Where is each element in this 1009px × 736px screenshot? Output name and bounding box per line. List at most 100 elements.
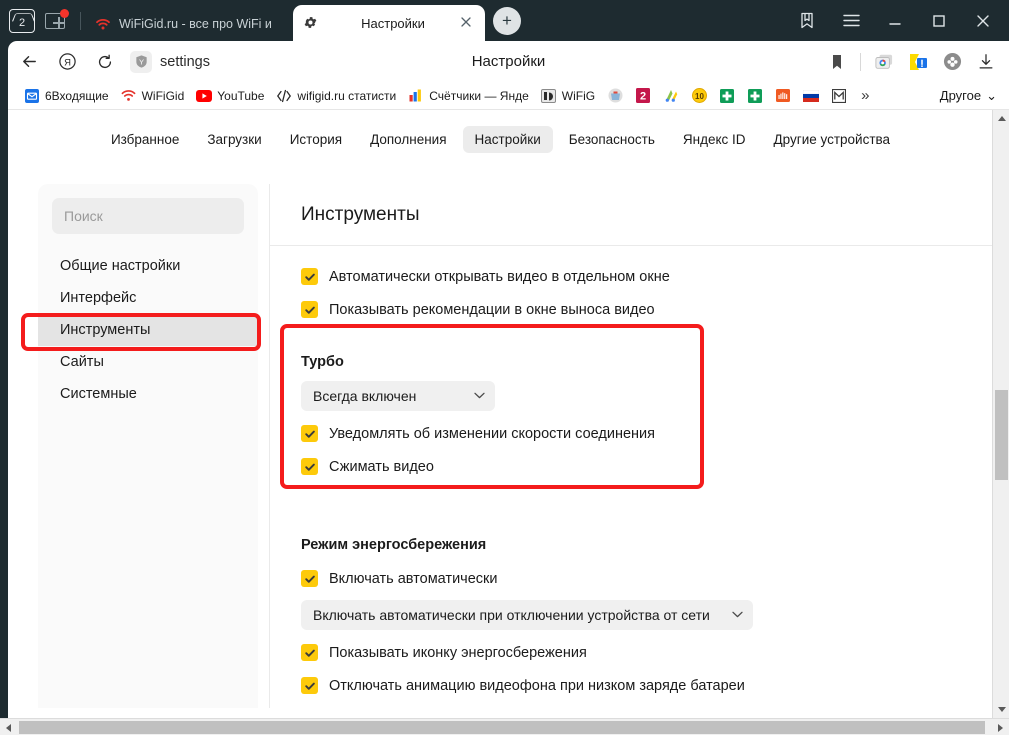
- tab-yandex-id[interactable]: Яндекс ID: [671, 126, 758, 153]
- scroll-right-button[interactable]: [992, 719, 1009, 736]
- bookmarks-overflow-button[interactable]: »: [853, 87, 877, 104]
- new-tab-group-button[interactable]: [42, 7, 70, 35]
- bookmark-label: 6Входящие: [45, 88, 109, 103]
- turbo-title: Турбо: [301, 354, 344, 370]
- checkbox-checked-icon[interactable]: [301, 268, 318, 285]
- flag-ru-icon: [803, 88, 820, 104]
- bookmark-item[interactable]: [797, 84, 825, 108]
- bookmark-item[interactable]: Счётчики — Янде: [402, 84, 535, 108]
- collections-icon[interactable]: [869, 47, 899, 77]
- checkbox-label: Уведомлять об изменении скорости соедине…: [329, 425, 655, 442]
- tab-downloads[interactable]: Загрузки: [195, 126, 273, 153]
- tab-strip-left-controls: 2: [0, 0, 85, 41]
- metrika-icon: [408, 88, 424, 104]
- tab-history[interactable]: История: [278, 126, 354, 153]
- turbo-select[interactable]: Всегда включен: [301, 381, 495, 411]
- bookmark-item[interactable]: YouTube: [190, 84, 270, 108]
- tab-strip: 2 WiFiGid.ru - все про WiFi и Настройки …: [0, 0, 1009, 41]
- url-text: settings: [160, 53, 210, 70]
- checkbox-checked-icon[interactable]: [301, 677, 318, 694]
- search-input[interactable]: Поиск: [52, 198, 244, 234]
- tab-settings[interactable]: Настройки: [293, 5, 485, 41]
- turbo-select-value: Всегда включен: [313, 388, 417, 404]
- checkbox-checked-icon[interactable]: [301, 570, 318, 587]
- url-field[interactable]: Y settings: [130, 50, 210, 73]
- tab-other-devices[interactable]: Другие устройства: [762, 126, 903, 153]
- bookmark-item[interactable]: wifigid.ru статисти: [270, 84, 402, 108]
- new-tab-button[interactable]: +: [493, 6, 521, 35]
- svg-text:Y: Y: [138, 57, 143, 66]
- svg-text:Я: Я: [64, 57, 71, 68]
- checkbox-row[interactable]: Сжимать видео: [301, 452, 993, 481]
- tab-favorites[interactable]: Избранное: [99, 126, 191, 153]
- chevron-down-icon: [474, 390, 485, 402]
- wifi-icon: [95, 16, 111, 32]
- checkbox-row[interactable]: Показывать иконку энергосбережения: [301, 638, 993, 667]
- bookmark-item[interactable]: WiFiGid: [115, 84, 191, 108]
- browser-window: 2 WiFiGid.ru - все про WiFi и Настройки …: [0, 0, 1009, 735]
- close-icon[interactable]: [459, 15, 475, 31]
- bookmark-item[interactable]: 10: [685, 84, 713, 108]
- bookmark-item[interactable]: [741, 84, 769, 108]
- reload-icon[interactable]: [88, 45, 122, 79]
- sheets-icon: [747, 88, 763, 104]
- home-button[interactable]: 2: [8, 7, 36, 35]
- profile-icon[interactable]: [937, 47, 967, 77]
- bookmark-item[interactable]: [769, 84, 797, 108]
- address-bar-actions: [822, 47, 1009, 77]
- bookmark-label: Счётчики — Янде: [429, 88, 529, 103]
- tab-security[interactable]: Безопасность: [557, 126, 667, 153]
- back-arrow-icon[interactable]: [12, 45, 46, 79]
- yandex-shield-icon: Y: [130, 50, 152, 73]
- bookmark-item[interactable]: [657, 84, 685, 108]
- sidebar-item-interface[interactable]: Интерфейс: [38, 282, 258, 314]
- bookmark-item[interactable]: 6Входящие: [18, 84, 115, 108]
- extension-badge-icon[interactable]: [903, 47, 933, 77]
- sidebar-item-system[interactable]: Системные: [38, 378, 258, 410]
- bookmark-icon[interactable]: [822, 47, 852, 77]
- bookmark-item[interactable]: [601, 84, 629, 108]
- tab-wifigid[interactable]: WiFiGid.ru - все про WiFi и: [85, 7, 293, 41]
- bookmarks-bar: 6Входящие WiFiGid YouTube wifigid.ru ста…: [8, 82, 1009, 110]
- bookmark-item[interactable]: [825, 84, 853, 108]
- tab-settings[interactable]: Настройки: [462, 125, 553, 153]
- checkbox-row[interactable]: Включать автоматически: [301, 564, 993, 593]
- checkbox-row[interactable]: Отключать анимацию видеофона при низком …: [301, 671, 993, 700]
- checkbox-row[interactable]: Автоматически открывать видео в отдельно…: [301, 262, 993, 291]
- svg-text:2: 2: [640, 91, 646, 103]
- checkbox-row[interactable]: Уведомлять об изменении скорости соедине…: [301, 419, 993, 448]
- scroll-down-button[interactable]: [993, 701, 1009, 718]
- sidebar-item-general[interactable]: Общие настройки: [38, 250, 258, 282]
- checkbox-checked-icon[interactable]: [301, 458, 318, 475]
- vertical-scrollbar[interactable]: [992, 110, 1009, 718]
- sidebar-item-instruments[interactable]: Инструменты: [38, 314, 258, 346]
- browser-menu-icon[interactable]: [829, 0, 873, 41]
- bookmark-item[interactable]: WiFiG: [535, 84, 601, 108]
- bookmark-item[interactable]: [713, 84, 741, 108]
- horizontal-scroll-thumb[interactable]: [19, 721, 985, 734]
- vertical-scroll-thumb[interactable]: [995, 390, 1008, 480]
- checkbox-checked-icon[interactable]: [301, 301, 318, 318]
- checkbox-row[interactable]: Показывать рекомендации в окне выноса ви…: [301, 295, 993, 324]
- notification-dot-icon: [60, 9, 69, 18]
- checkbox-label: Показывать иконку энергосбережения: [329, 644, 587, 661]
- checkbox-checked-icon[interactable]: [301, 425, 318, 442]
- bookmarks-manager-icon[interactable]: [785, 0, 829, 41]
- checkbox-checked-icon[interactable]: [301, 644, 318, 661]
- bookmark-item[interactable]: 2: [629, 84, 657, 108]
- sidebar-item-sites[interactable]: Сайты: [38, 346, 258, 378]
- horizontal-scrollbar[interactable]: [0, 718, 1009, 735]
- code-icon: [276, 88, 292, 104]
- bookmark-label: WiFiG: [561, 88, 596, 103]
- bookmarks-other-folder[interactable]: Другое ⌄: [940, 88, 1009, 104]
- download-icon[interactable]: [971, 47, 1001, 77]
- minimize-button[interactable]: [873, 0, 917, 41]
- scroll-left-button[interactable]: [0, 719, 17, 736]
- chevron-down-icon: [732, 609, 743, 621]
- close-window-button[interactable]: [961, 0, 1005, 41]
- tab-addons[interactable]: Дополнения: [358, 126, 458, 153]
- yandex-logo-icon[interactable]: Я: [50, 45, 84, 79]
- scroll-up-button[interactable]: [993, 110, 1009, 127]
- maximize-button[interactable]: [917, 0, 961, 41]
- power-saving-select[interactable]: Включать автоматически при отключении ус…: [301, 600, 753, 630]
